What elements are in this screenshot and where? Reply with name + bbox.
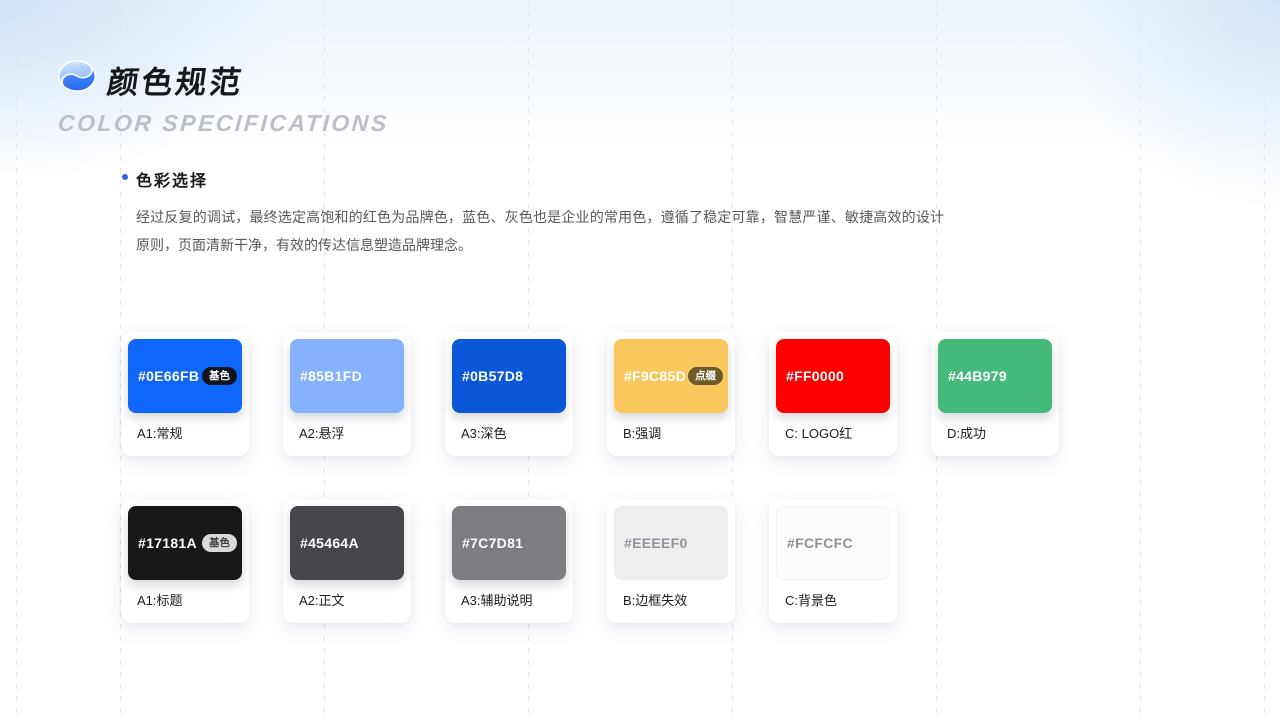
color-swatch: #85B1FD <box>290 339 404 413</box>
grid-guide-line <box>1140 0 1141 720</box>
section-heading: 色彩选择 <box>136 167 208 191</box>
palette-row-neutral: #17181A 基色 A1:标题 #45464A A2:正文 #7C7D81 A3:辅助说明… <box>121 499 897 623</box>
page-title: 颜色规范 <box>105 57 247 102</box>
color-swatch: #7C7D81 <box>452 506 566 580</box>
color-swatch: #0B57D8 <box>452 339 566 413</box>
color-swatch: #F9C85D点缀 <box>614 339 728 413</box>
color-card: #F9C85D点缀 B:强调 <box>607 332 735 456</box>
color-card-label: A2:悬浮 <box>299 425 404 443</box>
color-card: #45464A A2:正文 <box>283 499 411 623</box>
grid-guide-line <box>16 0 17 720</box>
slide-canvas: 颜色规范 COLOR SPECIFICATIONS 色彩选择 经过反复的调试，最… <box>0 0 1280 720</box>
color-card-label: C: LOGO红 <box>785 425 890 443</box>
brand-swirl-logo-icon <box>56 59 98 93</box>
color-hex-value: #44B979 <box>948 368 1007 384</box>
color-card-label: A3:深色 <box>461 425 566 443</box>
color-role-badge: 点缀 <box>688 367 723 386</box>
color-role-badge: 基色 <box>202 367 237 386</box>
color-card: #EEEEF0 B:边框失效 <box>607 499 735 623</box>
color-card: #85B1FD A2:悬浮 <box>283 332 411 456</box>
color-card: #0E66FB基色 A1:常规 <box>121 332 249 456</box>
color-card: #7C7D81 A3:辅助说明 <box>445 499 573 623</box>
section-bullet-dot <box>122 174 128 180</box>
color-swatch: #FF0000 <box>776 339 890 413</box>
color-card-label: A3:辅助说明 <box>461 592 566 610</box>
color-hex-value: #EEEEF0 <box>624 535 688 551</box>
color-hex-value: #0B57D8 <box>462 368 523 384</box>
color-card-label: A2:正文 <box>299 592 404 610</box>
color-swatch: #FCFCFC <box>776 506 890 580</box>
color-card-label: C:背景色 <box>785 592 890 610</box>
palette-row-primary: #0E66FB基色 A1:常规 #85B1FD A2:悬浮 #0B57D8 A3:深色 #F… <box>121 332 1059 456</box>
color-card: #FCFCFC C:背景色 <box>769 499 897 623</box>
color-swatch: #44B979 <box>938 339 1052 413</box>
color-hex-value: #7C7D81 <box>462 535 523 551</box>
grid-guide-line <box>1264 0 1265 720</box>
color-hex-value: #45464A <box>300 535 359 551</box>
color-hex-value: #0E66FB <box>138 368 199 384</box>
color-card: #FF0000 C: LOGO红 <box>769 332 897 456</box>
color-card-label: B:强调 <box>623 425 728 443</box>
color-role-badge: 基色 <box>202 534 237 553</box>
color-hex-value: #85B1FD <box>300 368 362 384</box>
color-card: #17181A 基色 A1:标题 <box>121 499 249 623</box>
color-hex-value: #FF0000 <box>786 368 844 384</box>
color-card-label: B:边框失效 <box>623 592 728 610</box>
page-subtitle: COLOR SPECIFICATIONS <box>57 110 390 137</box>
color-card: #0B57D8 A3:深色 <box>445 332 573 456</box>
section-paragraph: 经过反复的调试，最终选定高饱和的红色为品牌色，蓝色、灰色也是企业的常用色，遵循了… <box>136 204 944 259</box>
color-card: #44B979 D:成功 <box>931 332 1059 456</box>
color-hex-value: #FCFCFC <box>787 535 853 551</box>
color-hex-value: #F9C85D <box>624 368 686 384</box>
color-swatch: #0E66FB基色 <box>128 339 242 413</box>
color-hex-value: #17181A <box>138 535 197 551</box>
color-card-label: A1:标题 <box>137 592 242 610</box>
color-swatch: #EEEEF0 <box>614 506 728 580</box>
color-card-label: A1:常规 <box>137 425 242 443</box>
color-swatch: #17181A 基色 <box>128 506 242 580</box>
color-swatch: #45464A <box>290 506 404 580</box>
color-card-label: D:成功 <box>947 425 1052 443</box>
